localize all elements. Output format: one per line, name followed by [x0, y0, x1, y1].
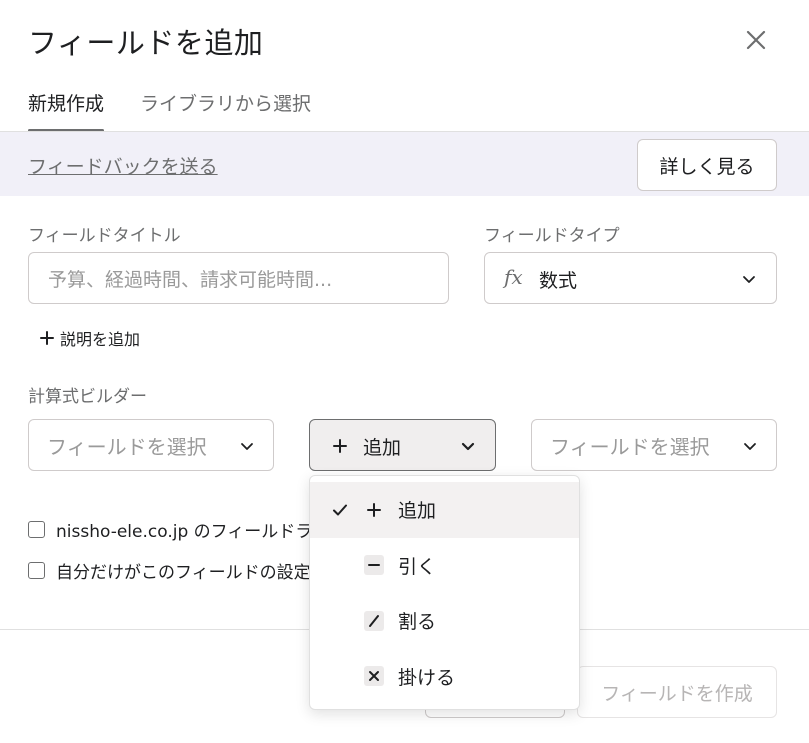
feedback-bar: フィードバックを送る 詳しく見る — [0, 132, 809, 196]
only-me-checkbox[interactable] — [28, 562, 45, 579]
share-domain-label: nissho-ele.co.jp のフィールドライ — [56, 522, 330, 542]
create-field-button[interactable]: フィールドを作成 — [577, 666, 777, 718]
chevron-down-icon — [744, 443, 756, 450]
menu-item-label: 引く — [398, 555, 437, 578]
field-type-value: 数式 — [539, 270, 578, 292]
field-title-label: フィールドタイトル — [28, 226, 181, 246]
multiply-icon — [364, 666, 384, 687]
tab-new[interactable]: 新規作成 — [28, 86, 105, 132]
menu-item-label: 掛ける — [398, 666, 456, 689]
menu-item-label: 割る — [398, 611, 437, 634]
menu-item-divide[interactable]: 割る — [310, 593, 579, 649]
learn-more-button[interactable]: 詳しく見る — [637, 139, 777, 191]
plus-icon — [333, 439, 347, 453]
field-title-placeholder: 予算、経過時間、請求可能時間... — [48, 268, 333, 291]
add-description-button[interactable]: 説明を追加 — [40, 326, 140, 350]
plus-icon — [364, 500, 384, 520]
menu-item-label: 追加 — [398, 500, 437, 523]
field-title-input[interactable]: 予算、経過時間、請求可能時間... — [28, 252, 449, 304]
operator-menu: 追加 引く 割る 掛ける — [309, 475, 580, 710]
only-me-checkbox-row[interactable]: 自分だけがこのフィールドの設定 — [28, 558, 311, 583]
plus-icon — [40, 331, 54, 345]
chevron-down-icon — [241, 443, 253, 450]
menu-item-subtract[interactable]: 引く — [310, 538, 579, 594]
chevron-down-icon — [743, 276, 755, 283]
formula-builder-label: 計算式ビルダー — [28, 387, 147, 407]
field-type-label: フィールドタイプ — [484, 226, 620, 246]
dialog-title: フィールドを追加 — [28, 26, 264, 60]
fx-icon: fx — [504, 265, 523, 289]
field-type-select[interactable]: fx 数式 — [484, 252, 777, 304]
left-field-placeholder: フィールドを選択 — [47, 434, 207, 459]
only-me-label: 自分だけがこのフィールドの設定 — [56, 563, 311, 583]
send-feedback-link[interactable]: フィードバックを送る — [28, 152, 218, 179]
share-domain-checkbox[interactable] — [28, 521, 45, 538]
minus-icon — [364, 555, 384, 576]
tab-bar: 新規作成 ライブラリから選択 — [28, 86, 311, 132]
tab-library[interactable]: ライブラリから選択 — [140, 86, 311, 132]
menu-item-multiply[interactable]: 掛ける — [310, 649, 579, 705]
add-field-dialog: フィールドを追加 新規作成 ライブラリから選択 フィードバックを送る 詳しく見る… — [0, 0, 809, 743]
close-icon — [746, 30, 766, 50]
menu-item-add[interactable]: 追加 — [310, 482, 579, 538]
operator-select[interactable]: 追加 — [309, 419, 496, 471]
right-field-select[interactable]: フィールドを選択 — [531, 419, 777, 471]
left-field-select[interactable]: フィールドを選択 — [28, 419, 274, 471]
operator-value: 追加 — [363, 437, 402, 459]
add-description-label: 説明を追加 — [60, 330, 141, 349]
divide-icon — [364, 610, 384, 631]
checkmark-icon — [333, 504, 347, 516]
share-domain-checkbox-row[interactable]: nissho-ele.co.jp のフィールドライ — [28, 517, 329, 542]
right-field-placeholder: フィールドを選択 — [550, 434, 710, 459]
chevron-down-icon — [461, 442, 475, 451]
close-button[interactable] — [740, 24, 772, 56]
